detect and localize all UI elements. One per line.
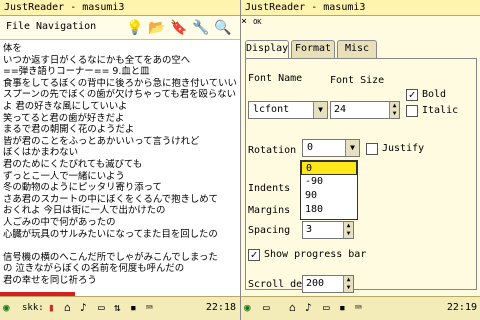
text-line: さあ君のスカートの中にぼくをくるんで抱きしめて [3,193,218,205]
menu-bar: File Navigation 💡 📂 🔖 🔧 🔍 [0,16,240,40]
settings-icon[interactable]: 🔧 [192,20,210,36]
text-line: 信号機の横のへこんだ所でしゃがみこんでしまった [3,251,218,263]
volume-icon[interactable]: ♪ [305,301,312,315]
text-line: よ 君の好きな風にしていいよ [3,100,128,112]
battery-icon: ▭ [323,301,330,314]
italic-checkbox[interactable] [406,105,418,117]
text-line: スプーンの先でぼくの歯が欠けちゃっても君を殴らない [3,89,236,101]
font-size-spinner[interactable]: 24 ▲ ▼ [330,101,400,119]
text-line: 食事をしてるぼくの背中に後ろから急に抱き付いていいよ [3,77,237,89]
clock: 22:19 [446,302,477,313]
chevron-down-icon[interactable]: ▼ [313,102,327,118]
skk-input-icon[interactable]: ▭ [263,301,270,315]
keyboard-icon[interactable]: ⌨ [355,301,362,315]
title-bar: JustReader - masumi3 [0,0,240,16]
spin-arrows-icon[interactable]: ▲ ▼ [343,222,353,238]
text-line: 体を [3,43,22,54]
font-name-label: Font Name [248,73,303,84]
start-icon[interactable]: ◉ [3,301,10,315]
text-line: いつか返す日がくるなにかも全てをあの空へ [3,54,191,66]
text-line: 心臓が玩具のサルみたいになってまた目を回したの [3,228,218,240]
text-line: ずっとこ一人で一緒にいよう [3,170,125,182]
reader-text-area[interactable]: 体を いつか返す日がくるなにかも全てをあの空へ ==弾き語りコーナー== 9.血… [0,42,240,290]
start-icon[interactable]: ◉ [244,301,251,315]
sd-card-icon[interactable]: ▪ [339,301,346,315]
scroll-delay-value: 200 [306,278,325,289]
chevron-down-icon[interactable]: ▼ [345,140,359,156]
lightbulb-icon[interactable]: 💡 [126,20,144,36]
rotation-value: 0 [307,142,314,153]
bookmark-icon[interactable]: 🔖 [170,20,188,36]
italic-label: Italic [422,105,459,116]
show-progress-checkbox[interactable]: ✓ [248,249,260,261]
text-line: ぼくはかまわない [3,147,79,159]
justify-label: Justify [382,143,425,154]
text-line: 君の幸せを同じ祈ろう [3,274,97,286]
text-line: 笑ってると君の歯が好きだよ [3,112,125,124]
home-icon[interactable]: ⌂ [289,301,296,315]
bold-checkbox[interactable]: ✓ [406,89,418,101]
menu-navigation[interactable]: Navigation [36,21,96,33]
rotation-option-90[interactable]: 90 [301,189,357,203]
skk-input-icon[interactable]: skk: [22,301,44,315]
close-icon[interactable]: × [241,16,247,27]
font-name-value: lcfont [253,104,290,115]
tab-misc[interactable]: Misc [337,40,377,58]
rotation-option-minus-90[interactable]: -90 [301,175,357,189]
dialog-header: × OK [241,16,480,40]
text-line: の 泣きながらぼくの名前を何度も呼んだの [3,263,185,275]
spin-arrows-icon[interactable]: ▲ ▼ [343,276,353,292]
scroll-delay-spinner[interactable]: 200 ▲ ▼ [302,275,354,293]
reader-icon[interactable]: ▮ [48,301,55,315]
keyboard-icon[interactable]: ⌨ [146,301,153,315]
text-line: 人ごみの中で何があったの [3,216,116,228]
rotation-select[interactable]: 0 ▼ [302,139,360,157]
text-line: おくれよ 今日は街に一人で出かけたの [3,205,166,217]
network-icon[interactable]: ⇅ [114,301,121,315]
font-size-label: Font Size [330,75,385,86]
rotation-option-0[interactable]: 0 [301,161,357,175]
text-line: ==弾き語りコーナー== 9.血と皿 [3,66,150,78]
window-title: JustReader - masumi3 [245,2,366,13]
text-line: まるで君の朝開く花のようだよ [3,124,135,136]
tab-format[interactable]: Format [291,40,335,58]
search-icon[interactable]: 🔍 [214,20,232,36]
menu-file[interactable]: File [6,21,30,33]
rotation-label: Rotation [248,145,297,156]
home-icon[interactable]: ⌂ [64,301,71,315]
indents-label: Indents [248,183,291,194]
bold-label: Bold [422,89,447,100]
window-title: JustReader - masumi3 [4,2,125,13]
font-size-value: 24 [334,104,347,115]
rotation-dropdown-list[interactable]: 0 -90 90 180 [300,160,358,220]
title-bar: JustReader - masumi3 [241,0,480,16]
spin-arrows-icon[interactable]: ▲ ▼ [389,102,399,118]
ok-button[interactable]: OK [253,18,261,26]
sd-card-icon[interactable]: ▪ [130,301,137,315]
settings-window: JustReader - masumi3 × OK Display Format… [240,0,480,320]
spacing-spinner[interactable]: 3 ▲ ▼ [302,221,354,239]
volume-icon[interactable]: ♪ [80,301,87,315]
battery-icon: ▭ [98,301,105,314]
text-line: 皆が君のことをふっとあかいいって言うけれど [3,135,200,147]
margins-label: Margins [248,205,291,216]
rotation-option-180[interactable]: 180 [301,203,357,217]
spacing-value: 3 [306,224,313,235]
justify-checkbox[interactable] [366,143,378,155]
show-progress-label: Show progress bar [264,249,367,260]
taskbar: ◉ skk: ▮ ⌂ ♪ ▭ ⇅ ▪ ⌨ 22:18 [0,296,240,320]
text-line: 君のためにくたびれても滅びても [3,158,143,170]
clock: 22:18 [205,302,236,313]
taskbar: ◉ ▭ ⌂ ♪ ▭ ▪ ⌨ 22:19 [241,296,480,320]
spacing-label: Spacing [248,225,291,236]
display-settings-panel: Font Name Font Size ✓ Bold lcfont ▼ 24 ▲… [245,58,477,293]
open-folder-icon[interactable]: 📂 [148,20,166,36]
text-line [3,240,237,252]
reader-window: JustReader - masumi3 File Navigation 💡 📂… [0,0,240,320]
font-name-select[interactable]: lcfont ▼ [248,101,328,119]
text-line: 冬の動物のようにピッタリ寄り添って [3,182,162,194]
tab-display[interactable]: Display [245,40,289,59]
